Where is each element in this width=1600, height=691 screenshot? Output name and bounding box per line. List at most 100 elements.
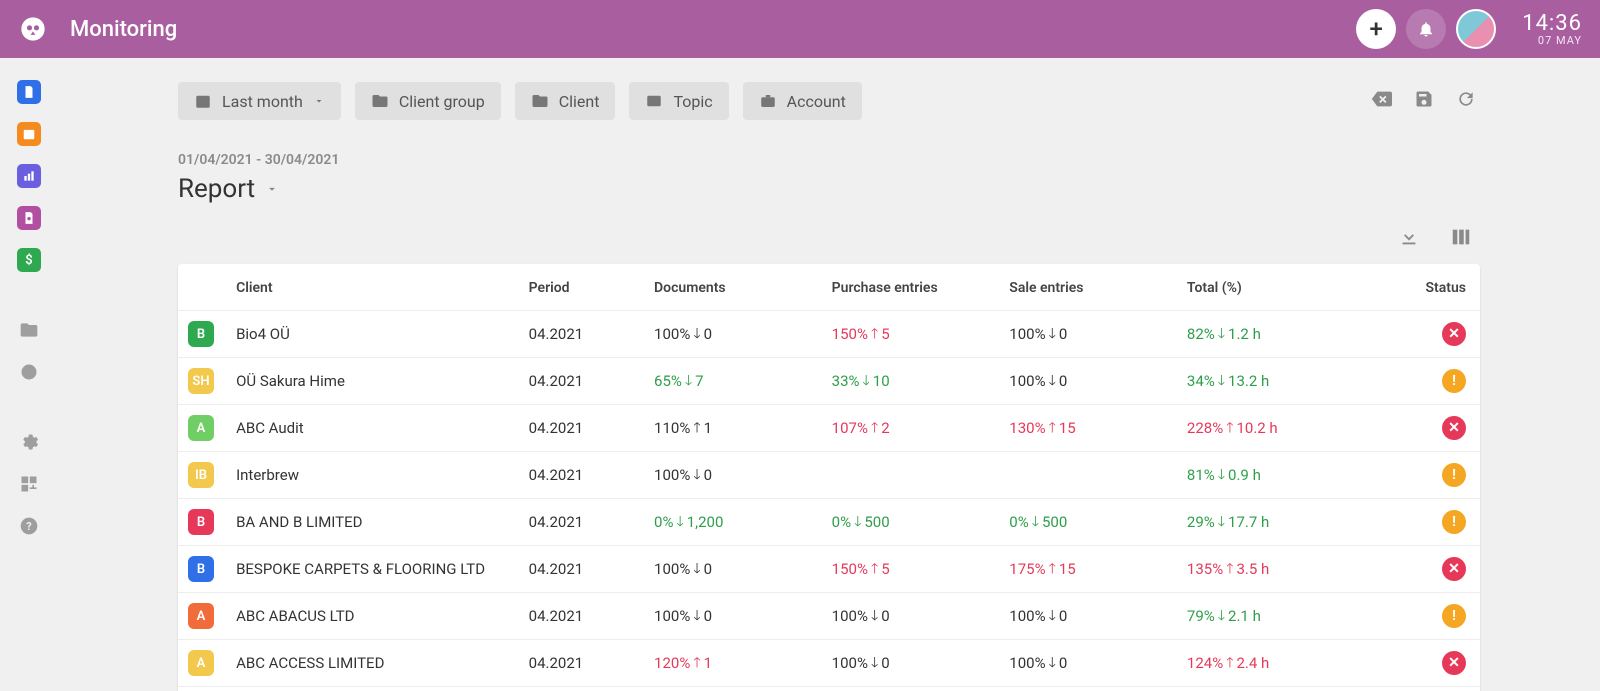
arrow-down-icon: 🡓 — [1218, 609, 1225, 623]
arrow-down-icon: 🡓 — [871, 656, 878, 670]
document-icon — [22, 85, 36, 99]
table-row[interactable]: B BESPOKE CARPETS & FLOORING LTD 04.2021… — [178, 546, 1480, 593]
cell-status: ✕ — [1386, 640, 1480, 687]
cell-sale: 100% 🡓 0 — [999, 311, 1177, 358]
clock-time: 14:36 — [1522, 12, 1582, 35]
arrow-up-icon: 🡑 — [1049, 421, 1056, 435]
gear-icon — [19, 432, 39, 452]
cell-status: ! — [1386, 358, 1480, 405]
folder-person-icon — [19, 320, 39, 340]
filter-client[interactable]: Client — [515, 82, 616, 120]
main-content: Last month Client group Client Topic Acc… — [58, 58, 1600, 691]
metric-value: 150% 🡑 5 — [832, 560, 890, 578]
sidebar-item-monitoring[interactable] — [17, 206, 41, 230]
cell-purchase: 150% 🡑 5 — [822, 311, 1000, 358]
metric-value: 0% 🡓 1,200 — [654, 513, 723, 531]
col-client[interactable]: Client — [226, 264, 519, 311]
refresh-button[interactable] — [1452, 85, 1480, 117]
sidebar-item-settings[interactable] — [17, 430, 41, 454]
arrow-down-icon: 🡓 — [676, 515, 683, 529]
table-row[interactable]: B BA AND B LIMITED 04.2021 0% 🡓 1,200 0%… — [178, 499, 1480, 546]
add-button[interactable]: + — [1356, 9, 1396, 49]
plus-icon: + — [1370, 15, 1383, 43]
table-row[interactable]: SH OÜ Sakura Hime 04.2021 65% 🡓 7 33% 🡓 … — [178, 358, 1480, 405]
table-row[interactable]: IB Interbrew 04.2021 100% 🡓 0 81% 🡓 0.9 … — [178, 452, 1480, 499]
table-row[interactable]: A ABC ACCESS LIMITED 04.2021 120% 🡑 1 10… — [178, 640, 1480, 687]
metric-value: 228% 🡑 10.2 h — [1187, 419, 1278, 437]
cell-total: 29% 🡓 17.7 h — [1177, 499, 1386, 546]
clear-filters-button[interactable] — [1366, 84, 1396, 118]
client-badge: IB — [188, 462, 214, 488]
cell-documents: 100% 🡓 0 — [644, 593, 822, 640]
backspace-icon — [1370, 88, 1392, 110]
status-error-icon: ✕ — [1442, 416, 1466, 440]
date-range-label: 01/04/2021 - 30/04/2021 — [178, 152, 1480, 168]
metric-value: 120% 🡑 1 — [654, 654, 712, 672]
metric-value: 34% 🡓 13.2 h — [1187, 372, 1269, 390]
metric-value: 175% 🡑 15 — [1009, 560, 1075, 578]
cell-client: OÜ Sakura Hime — [226, 358, 519, 405]
filter-account[interactable]: Account — [743, 82, 862, 120]
chart-icon — [22, 169, 36, 183]
cell-status: ✕ — [1386, 405, 1480, 452]
sidebar-item-apps[interactable] — [17, 472, 41, 496]
filter-client-group-label: Client group — [399, 92, 485, 111]
sidebar-item-documents[interactable] — [17, 80, 41, 104]
arrow-up-icon: 🡑 — [871, 327, 878, 341]
cell-purchase: 100% 🡓 0 — [822, 640, 1000, 687]
table-row[interactable]: K KRONIECK ACCOUNTANTSKANTOOR LLP 04.202… — [178, 687, 1480, 691]
metric-value: 130% 🡑 15 — [1009, 419, 1075, 437]
cell-client: Bio4 OÜ — [226, 311, 519, 358]
col-documents[interactable]: Documents — [644, 264, 822, 311]
filter-client-group[interactable]: Client group — [355, 82, 501, 120]
widgets-icon — [19, 474, 39, 494]
sidebar-item-billing[interactable]: $ — [17, 248, 41, 272]
arrow-up-icon: 🡑 — [871, 562, 878, 576]
calendar-icon — [194, 92, 212, 110]
col-sale[interactable]: Sale entries — [999, 264, 1177, 311]
arrow-up-icon: 🡑 — [1226, 562, 1233, 576]
table-row[interactable]: A ABC ABACUS LTD 04.2021 100% 🡓 0 100% 🡓… — [178, 593, 1480, 640]
col-status[interactable]: Status — [1386, 264, 1480, 311]
metric-value: 124% 🡑 2.4 h — [1187, 654, 1269, 672]
status-warn-icon: ! — [1442, 604, 1466, 628]
cell-period: 04.2021 — [519, 593, 644, 640]
page-title: Monitoring — [70, 17, 177, 42]
download-button[interactable] — [1394, 222, 1424, 256]
cell-client: ABC Audit — [226, 405, 519, 452]
cell-total: 135% 🡑 3.5 h — [1177, 546, 1386, 593]
svg-text:?: ? — [26, 520, 31, 533]
cell-period: 04.2021 — [519, 405, 644, 452]
sidebar-item-people[interactable] — [17, 360, 41, 384]
chevron-down-icon — [313, 95, 325, 107]
status-error-icon: ✕ — [1442, 322, 1466, 346]
notifications-button[interactable] — [1406, 9, 1446, 49]
arrow-down-icon: 🡓 — [1218, 468, 1225, 482]
user-avatar[interactable] — [1456, 9, 1496, 49]
arrow-down-icon: 🡓 — [871, 609, 878, 623]
sidebar-item-calendar[interactable] — [17, 122, 41, 146]
cell-sale: 175% 🡑 15 — [999, 546, 1177, 593]
col-period[interactable]: Period — [519, 264, 644, 311]
status-error-icon: ✕ — [1442, 651, 1466, 675]
save-button[interactable] — [1410, 85, 1438, 117]
filter-date[interactable]: Last month — [178, 82, 341, 120]
sidebar-item-contacts[interactable] — [17, 318, 41, 342]
sidebar-item-help[interactable]: ? — [17, 514, 41, 538]
filter-topic[interactable]: Topic — [629, 82, 728, 120]
chevron-down-icon[interactable] — [265, 182, 279, 196]
sidebar-item-reports[interactable] — [17, 164, 41, 188]
arrow-up-icon: 🡑 — [693, 656, 700, 670]
filter-client-label: Client — [559, 92, 600, 111]
col-purchase[interactable]: Purchase entries — [822, 264, 1000, 311]
columns-button[interactable] — [1446, 222, 1476, 256]
metric-value: 100% 🡓 0 — [654, 466, 712, 484]
table-row[interactable]: A ABC Audit 04.2021 110% 🡑 1 107% 🡑 2 13… — [178, 405, 1480, 452]
arrow-down-icon: 🡓 — [685, 374, 692, 388]
cell-sale: 0% 🡓 500 — [999, 499, 1177, 546]
col-total[interactable]: Total (%) — [1177, 264, 1386, 311]
help-icon: ? — [19, 516, 39, 536]
table-row[interactable]: B Bio4 OÜ 04.2021 100% 🡓 0 150% 🡑 5 100%… — [178, 311, 1480, 358]
cell-documents: 100% 🡓 0 — [644, 311, 822, 358]
metric-value: 135% 🡑 3.5 h — [1187, 560, 1269, 578]
